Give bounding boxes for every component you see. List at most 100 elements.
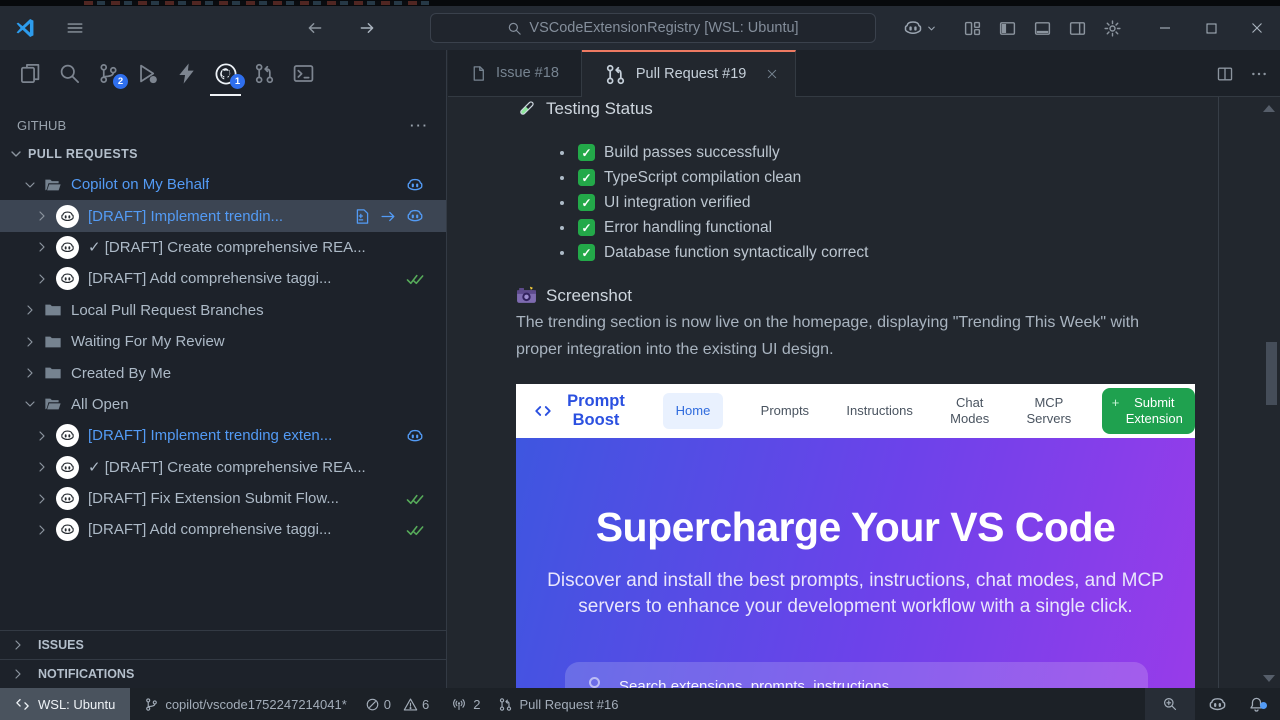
tree-item-label: Waiting For My Review <box>71 333 225 350</box>
section-issues[interactable]: ISSUES <box>0 630 446 659</box>
git-pr-icon <box>253 62 276 85</box>
navigate-back-icon[interactable] <box>300 13 330 43</box>
activity-item-files[interactable] <box>11 50 50 97</box>
chevron-right-icon <box>34 208 50 224</box>
tree-row[interactable]: [DRAFT] Add comprehensive taggi... <box>0 514 446 545</box>
activity-item-search[interactable] <box>50 50 89 97</box>
activity-item-debug[interactable] <box>128 50 167 97</box>
folder-icon <box>44 333 62 351</box>
pull-request-indicator[interactable]: Pull Request #16 <box>498 697 618 712</box>
checked-checkbox-icon: ✓ <box>578 169 595 186</box>
workspace-title: VSCodeExtensionRegistry [WSL: Ubuntu] <box>529 20 798 36</box>
editor-more-actions-icon[interactable] <box>1250 65 1268 83</box>
tree-item-label: Copilot on My Behalf <box>71 176 209 193</box>
chevron-right-icon <box>34 239 50 255</box>
git-pr-icon <box>604 63 627 86</box>
site-brand: PromptBoost <box>560 392 632 430</box>
tree-row[interactable]: Waiting For My Review <box>0 326 446 357</box>
camera-icon <box>516 285 537 306</box>
vscode-logo-icon <box>14 17 36 39</box>
window-maximize-button[interactable] <box>1188 6 1234 50</box>
site-nav-instructions[interactable]: Instructions <box>846 403 912 419</box>
editor-area: Issue #18Pull Request #19 Testing Status… <box>448 50 1280 688</box>
activity-badge: 2 <box>113 74 128 89</box>
split-editor-icon[interactable] <box>1216 65 1234 83</box>
activity-item-git-pr[interactable] <box>245 50 284 97</box>
search-icon <box>589 677 600 688</box>
editor-tab-bar: Issue #18Pull Request #19 <box>448 50 1280 97</box>
tree-row[interactable]: Copilot on My Behalf <box>0 169 446 200</box>
notification-dot <box>1260 702 1267 709</box>
editor-tab[interactable]: Pull Request #19 <box>582 50 796 96</box>
tree-row[interactable]: ✓ [DRAFT] Create comprehensive REA... <box>0 452 446 483</box>
zoom-indicator[interactable] <box>1145 688 1195 720</box>
settings-gear-icon[interactable] <box>1103 19 1122 38</box>
site-nav-mcp-servers[interactable]: MCPServers <box>1027 395 1072 427</box>
site-nav-prompts[interactable]: Prompts <box>761 403 809 419</box>
site-search-placeholder: Search extensions, prompts, instructions… <box>619 678 902 688</box>
checked-checkbox-icon: ✓ <box>578 194 595 211</box>
section-pull-requests[interactable]: PULL REQUESTS <box>0 139 446 169</box>
navigate-forward-icon[interactable] <box>352 13 382 43</box>
site-search-bar[interactable]: Search extensions, prompts, instructions… <box>565 662 1148 688</box>
scrollbar-up-arrow[interactable] <box>1263 105 1275 112</box>
toggle-primary-sidebar-icon[interactable] <box>998 19 1017 38</box>
more-actions-icon[interactable]: ··· <box>410 118 429 133</box>
site-nav-home[interactable]: Home <box>663 393 724 429</box>
toggle-panel-icon[interactable] <box>1033 19 1052 38</box>
tree-row[interactable]: [DRAFT] Implement trending exten... <box>0 420 446 451</box>
site-nav-chat-modes[interactable]: ChatModes <box>950 395 989 427</box>
activity-item-source-control[interactable]: 2 <box>89 50 128 97</box>
tree-row[interactable]: [DRAFT] Implement trendin... <box>0 200 446 231</box>
git-branch-indicator[interactable]: copilot/vscode1752247214041* <box>144 697 346 712</box>
bullet-dot <box>560 201 564 205</box>
chevron-right-icon <box>34 522 50 538</box>
checklist-label: TypeScript compilation clean <box>604 169 801 187</box>
tree-item-label: [DRAFT] Implement trending exten... <box>88 427 332 444</box>
chevron-down-icon <box>22 396 38 412</box>
checklist-item: ✓Build passes successfully <box>560 140 868 165</box>
section-notifications[interactable]: NOTIFICATIONS <box>0 659 446 688</box>
folder-open-icon <box>44 395 62 413</box>
title-bar: VSCodeExtensionRegistry [WSL: Ubuntu] <box>0 6 1280 50</box>
tree-row[interactable]: Local Pull Request Branches <box>0 295 446 326</box>
copilot-menu-button[interactable] <box>903 18 937 38</box>
activity-item-terminal[interactable] <box>284 50 323 97</box>
activity-item-flash[interactable] <box>167 50 206 97</box>
folder-icon <box>44 364 62 382</box>
window-close-button[interactable] <box>1234 6 1280 50</box>
sidebar-bottom-sections: ISSUESNOTIFICATIONS <box>0 630 446 688</box>
toggle-secondary-sidebar-icon[interactable] <box>1068 19 1087 38</box>
tree-row[interactable]: [DRAFT] Add comprehensive taggi... <box>0 263 446 294</box>
window-minimize-button[interactable] <box>1142 6 1188 50</box>
git-pull-request-icon <box>498 697 513 712</box>
copilot-avatar <box>56 236 79 259</box>
menu-hamburger-icon[interactable] <box>60 13 90 43</box>
tree-row[interactable]: ✓ [DRAFT] Create comprehensive REA... <box>0 232 446 263</box>
notifications-bell-icon[interactable] <box>1240 696 1280 713</box>
copilot-status-icon[interactable] <box>1195 695 1240 714</box>
tree-row[interactable]: [DRAFT] Fix Extension Submit Flow... <box>0 483 446 514</box>
customize-layout-icon[interactable] <box>963 19 982 38</box>
remote-icon <box>15 697 30 712</box>
tab-close-icon[interactable] <box>765 67 779 81</box>
command-center-search[interactable]: VSCodeExtensionRegistry [WSL: Ubuntu] <box>430 13 876 43</box>
broadcast-indicator[interactable]: 2 <box>451 696 480 712</box>
tree-row[interactable]: All Open <box>0 389 446 420</box>
double-check-icon <box>406 490 424 508</box>
activity-bar: 21 <box>0 50 446 97</box>
remote-indicator[interactable]: WSL: Ubuntu <box>0 688 130 720</box>
activity-item-github[interactable]: 1 <box>206 50 245 97</box>
copilot-avatar <box>56 267 79 290</box>
editor-tab[interactable]: Issue #18 <box>448 50 582 96</box>
problems-indicator[interactable]: 0 6 <box>365 697 437 712</box>
scrollbar-down-arrow[interactable] <box>1263 675 1275 682</box>
hero-title: Supercharge Your VS Code <box>516 504 1195 551</box>
code-brackets-icon <box>534 402 552 420</box>
scrollbar-thumb[interactable] <box>1266 342 1277 405</box>
submit-extension-button[interactable]: + Submit Extension <box>1102 388 1195 434</box>
tree-row[interactable]: Created By Me <box>0 357 446 388</box>
checked-checkbox-icon: ✓ <box>578 219 595 236</box>
status-bar: WSL: Ubuntu copilot/vscode1752247214041*… <box>0 688 1280 720</box>
file-icon <box>470 65 487 82</box>
